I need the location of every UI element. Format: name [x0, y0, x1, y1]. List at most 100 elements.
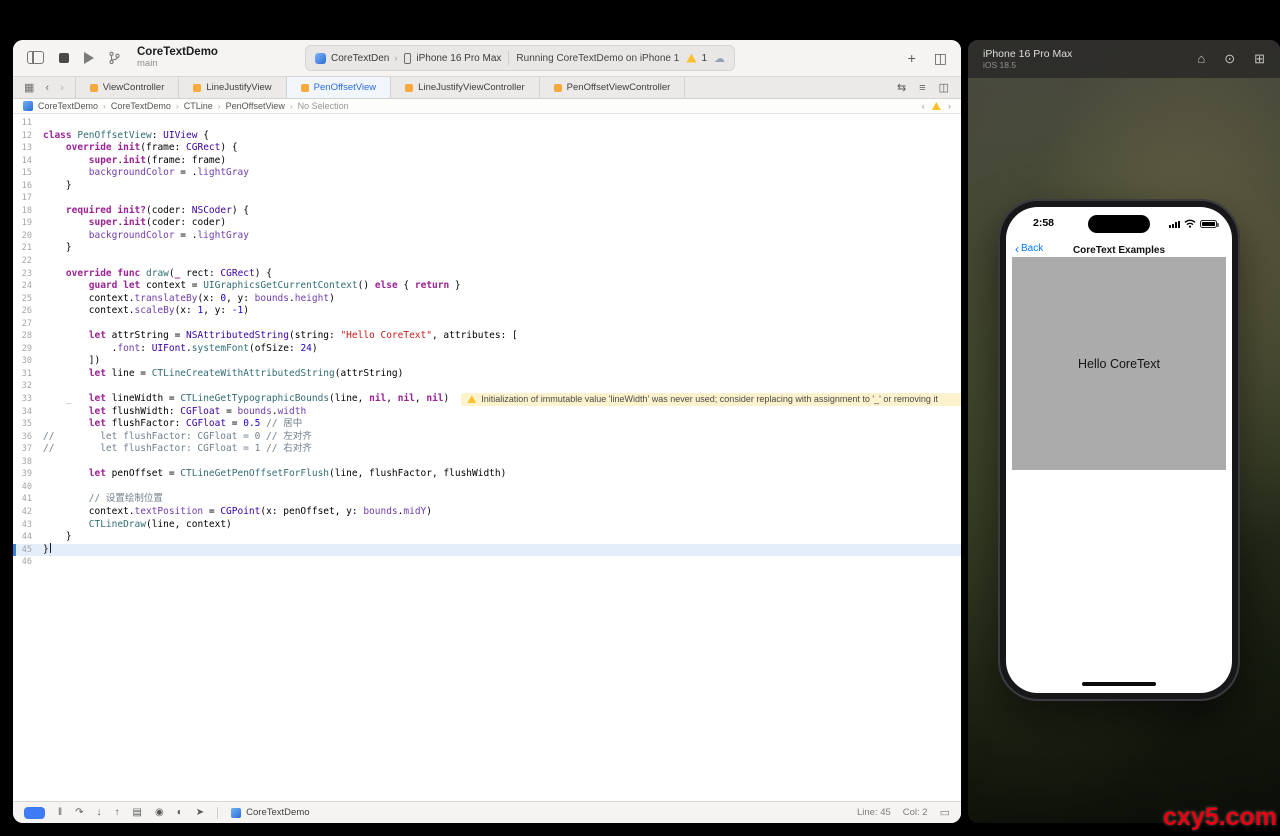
running-app-chip[interactable]: CoreTextDemo	[231, 807, 309, 818]
breadcrumb-folder[interactable]: CTLine	[184, 101, 213, 111]
editor-layout-icon[interactable]: ◫	[934, 50, 947, 67]
screenshot-icon[interactable]: ⊙	[1224, 51, 1235, 67]
share-icon[interactable]: ⊞	[1254, 51, 1265, 67]
run-destination[interactable]: iPhone 16 Pro Max	[404, 53, 501, 64]
code-editor[interactable]: 1112class PenOffsetView: UIView {13 over…	[13, 114, 961, 801]
code-line-19[interactable]: 19 super.init(coder: coder)	[13, 217, 961, 230]
code-line-38[interactable]: 38	[13, 456, 961, 469]
home-icon[interactable]: ⌂	[1197, 51, 1205, 67]
step-into-icon[interactable]: ↓	[97, 807, 102, 818]
line-number: 15	[13, 167, 43, 180]
code-line-13[interactable]: 13 override init(frame: CGRect) {	[13, 142, 961, 155]
cursor-col-indicator: Col: 2	[903, 807, 928, 818]
back-button[interactable]: ‹ Back	[1015, 243, 1043, 254]
warning-count: 1	[701, 53, 707, 64]
go-forward-icon[interactable]: ›	[60, 82, 64, 94]
code-line-16[interactable]: 16 }	[13, 180, 961, 193]
code-line-39[interactable]: 39 let penOffset = CTLineGetPenOffsetFor…	[13, 468, 961, 481]
code-line-17[interactable]: 17	[13, 192, 961, 205]
code-line-41[interactable]: 41 // 设置绘制位置	[13, 493, 961, 506]
run-button[interactable]	[84, 52, 94, 64]
code-line-26[interactable]: 26 context.scaleBy(x: 1, y: -1)	[13, 305, 961, 318]
simulate-location-icon[interactable]: ➤	[196, 807, 204, 818]
code-line-36[interactable]: 36// let flushFactor: CGFloat = 0 // 左对齐	[13, 431, 961, 444]
next-issue-icon[interactable]: ›	[948, 101, 951, 112]
code-line-44[interactable]: 44 }	[13, 531, 961, 544]
code-text: }	[43, 543, 51, 557]
code-line-22[interactable]: 22	[13, 255, 961, 268]
code-text: CTLineDraw(line, context)	[43, 519, 232, 532]
code-line-24[interactable]: 24 guard let context = UIGraphicsGetCurr…	[13, 280, 961, 293]
code-line-43[interactable]: 43 CTLineDraw(line, context)	[13, 519, 961, 532]
tab-linejustifyview[interactable]: LineJustifyView	[179, 77, 286, 98]
tab-label: LineJustifyViewController	[418, 82, 525, 93]
code-line-28[interactable]: 28 let attrString = NSAttributedString(s…	[13, 330, 961, 343]
line-number: 42	[13, 506, 43, 519]
code-text: _ let lineWidth = CTLineGetTypographicBo…	[43, 393, 449, 406]
breakpoints-toggle-button[interactable]	[24, 807, 45, 819]
tab-label: ViewController	[103, 82, 165, 93]
previous-issue-icon[interactable]: ‹	[922, 101, 925, 112]
code-line-42[interactable]: 42 context.textPosition = CGPoint(x: pen…	[13, 506, 961, 519]
line-number: 17	[13, 192, 43, 205]
cellular-signal-icon	[1169, 221, 1180, 229]
scheme-status-bar[interactable]: CoreTextDen › iPhone 16 Pro Max Running …	[305, 45, 735, 71]
code-line-11[interactable]: 11	[13, 117, 961, 130]
code-text: .font: UIFont.systemFont(ofSize: 24)	[43, 343, 318, 356]
breadcrumb-selection[interactable]: No Selection	[298, 101, 349, 111]
breadcrumb-group[interactable]: CoreTextDemo	[111, 101, 171, 111]
warning-count-badge[interactable]: 1	[686, 53, 707, 64]
code-text: context.scaleBy(x: 1, y: -1)	[43, 305, 249, 318]
code-line-40[interactable]: 40	[13, 481, 961, 494]
editor-only-icon[interactable]: ▭	[940, 806, 950, 819]
code-line-34[interactable]: 34 let flushWidth: CGFloat = bounds.widt…	[13, 406, 961, 419]
code-line-35[interactable]: 35 let flushFactor: CGFloat = 0.5 // 居中	[13, 418, 961, 431]
code-line-46[interactable]: 46	[13, 556, 961, 569]
go-back-icon[interactable]: ‹	[45, 82, 49, 94]
tab-viewcontroller[interactable]: ViewController	[76, 77, 180, 98]
breadcrumb-file[interactable]: PenOffsetView	[226, 101, 285, 111]
pause-icon[interactable]: ‖	[58, 807, 62, 818]
warning-icon[interactable]	[932, 102, 941, 110]
related-items-icon[interactable]: ▦	[24, 81, 34, 94]
line-number: 13	[13, 142, 43, 155]
code-line-45[interactable]: 45}	[13, 544, 961, 557]
code-line-20[interactable]: 20 backgroundColor = .lightGray	[13, 230, 961, 243]
code-line-14[interactable]: 14 super.init(frame: frame)	[13, 155, 961, 168]
memory-graph-icon[interactable]: ◉	[155, 807, 164, 818]
code-line-33[interactable]: 33 _ let lineWidth = CTLineGetTypographi…	[13, 393, 961, 406]
step-over-icon[interactable]: ↷	[75, 807, 83, 818]
inline-warning-banner[interactable]: Initialization of immutable value 'lineW…	[461, 393, 961, 406]
tab-penoffsetviewcontroller[interactable]: PenOffsetViewController	[540, 77, 686, 98]
breadcrumb-project[interactable]: CoreTextDemo	[38, 101, 98, 111]
code-line-37[interactable]: 37// let flushFactor: CGFloat = 1 // 右对齐	[13, 443, 961, 456]
code-line-30[interactable]: 30 ])	[13, 355, 961, 368]
code-line-27[interactable]: 27	[13, 318, 961, 331]
add-button[interactable]: +	[908, 50, 916, 66]
tab-linejustifyviewcontroller[interactable]: LineJustifyViewController	[391, 77, 540, 98]
tab-penoffsetview[interactable]: PenOffsetView	[287, 77, 392, 98]
line-number: 39	[13, 468, 43, 481]
code-line-21[interactable]: 21 }	[13, 242, 961, 255]
code-line-29[interactable]: 29 .font: UIFont.systemFont(ofSize: 24)	[13, 343, 961, 356]
environment-overrides-icon[interactable]: ◐	[177, 807, 183, 818]
add-editor-icon[interactable]: ◫	[939, 81, 949, 94]
code-line-18[interactable]: 18 required init?(coder: NSCoder) {	[13, 205, 961, 218]
home-indicator[interactable]	[1082, 682, 1156, 686]
code-line-15[interactable]: 15 backgroundColor = .lightGray	[13, 167, 961, 180]
running-app-name: CoreTextDemo	[246, 807, 309, 818]
code-line-12[interactable]: 12class PenOffsetView: UIView {	[13, 130, 961, 143]
sidebar-toggle-icon[interactable]	[27, 51, 44, 64]
code-line-23[interactable]: 23 override func draw(_ rect: CGRect) {	[13, 268, 961, 281]
code-line-32[interactable]: 32	[13, 380, 961, 393]
iphone-screen: 2:58 ‹ Back	[1006, 207, 1232, 693]
step-out-icon[interactable]: ↑	[115, 807, 120, 818]
code-line-31[interactable]: 31 let line = CTLineCreateWithAttributed…	[13, 368, 961, 381]
code-line-25[interactable]: 25 context.translateBy(x: 0, y: bounds.h…	[13, 293, 961, 306]
editor-options-icon[interactable]: ≡	[919, 82, 925, 94]
view-hierarchy-icon[interactable]: ▤	[133, 807, 142, 818]
scheme-selector[interactable]: CoreTextDen ›	[315, 53, 397, 64]
line-number: 21	[13, 242, 43, 255]
stop-button[interactable]	[59, 53, 69, 63]
code-review-icon[interactable]: ⇆	[897, 81, 906, 94]
